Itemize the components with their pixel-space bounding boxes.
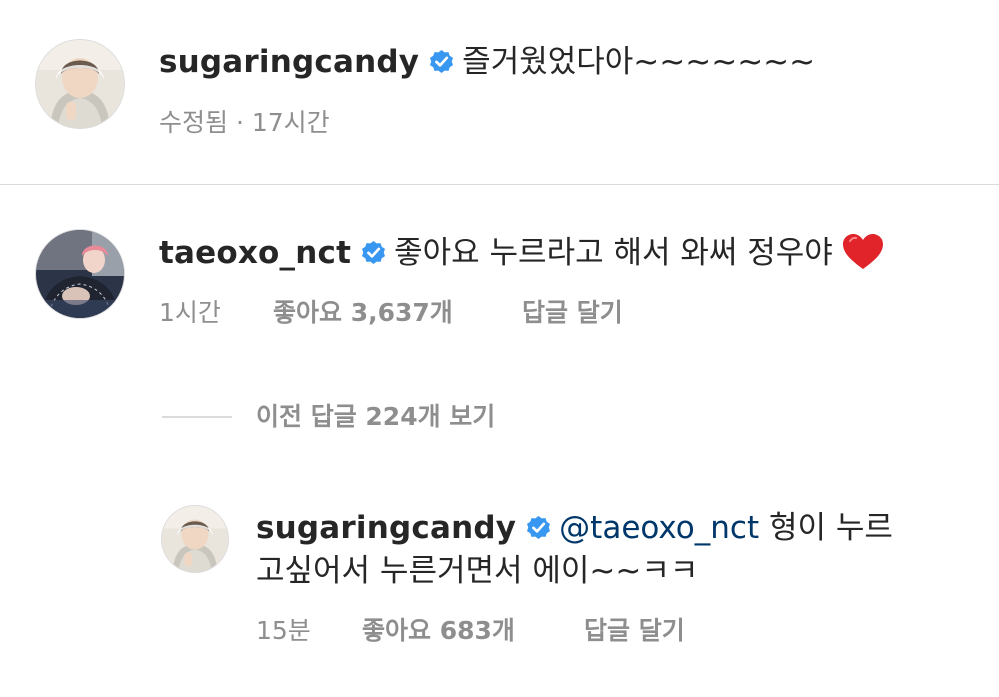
meta-separator: · [235, 108, 244, 137]
verified-badge-icon [359, 238, 388, 267]
reply-text-line-1: 형이 누르 [768, 510, 893, 546]
reply-mention-link[interactable]: @taeoxo_nct [559, 510, 759, 546]
comment-reply-button[interactable]: 답글 달기 [522, 298, 623, 328]
caption-line: sugaringcandy 즐거웠었다아~~~~~~~ [159, 42, 815, 82]
avatar-photo-icon [162, 506, 228, 572]
reply-reply-button[interactable]: 답글 달기 [584, 616, 685, 646]
section-divider [0, 184, 999, 185]
reply-text-line-2: 고싶어서 누른거면서 에이~~ㅋㅋ [256, 553, 699, 589]
caption-meta: 수정됨 · 17시간 [159, 108, 330, 138]
reply-username[interactable]: sugaringcandy [256, 510, 516, 546]
view-previous-replies-button[interactable]: 이전 답글 224개 보기 [256, 402, 495, 432]
reply-avatar[interactable] [162, 506, 228, 572]
red-heart-icon [841, 232, 885, 272]
edited-label: 수정됨 [159, 108, 229, 137]
comment-meta: 1시간 [159, 298, 221, 328]
reply-line-1: sugaringcandy @taeoxo_nct 형이 누르 [256, 508, 893, 548]
caption-text: 즐거웠었다아~~~~~~~ [462, 44, 816, 80]
caption-avatar[interactable] [36, 40, 124, 128]
replies-line [162, 416, 232, 418]
verified-badge-icon [427, 47, 456, 76]
comment-username[interactable]: taeoxo_nct [159, 235, 351, 271]
avatar-photo-icon [36, 40, 124, 128]
caption-time: 17시간 [251, 108, 330, 137]
comment-likes-button[interactable]: 좋아요 3,637개 [273, 298, 453, 328]
avatar-photo-icon [36, 230, 124, 318]
comment-avatar[interactable] [36, 230, 124, 318]
reply-meta: 15분 [256, 616, 311, 646]
reply-likes-button[interactable]: 좋아요 683개 [362, 616, 515, 646]
reply-line-2: 고싶어서 누른거면서 에이~~ㅋㅋ [256, 551, 698, 591]
comment-line: taeoxo_nct 좋아요 누르라고 해서 와써 정우야 [159, 232, 885, 273]
caption-username[interactable]: sugaringcandy [159, 44, 419, 80]
comment-text: 좋아요 누르라고 해서 와써 정우야 [394, 235, 833, 271]
comment-time: 1시간 [159, 298, 221, 327]
reply-time: 15분 [256, 616, 311, 645]
verified-badge-icon [524, 513, 553, 542]
